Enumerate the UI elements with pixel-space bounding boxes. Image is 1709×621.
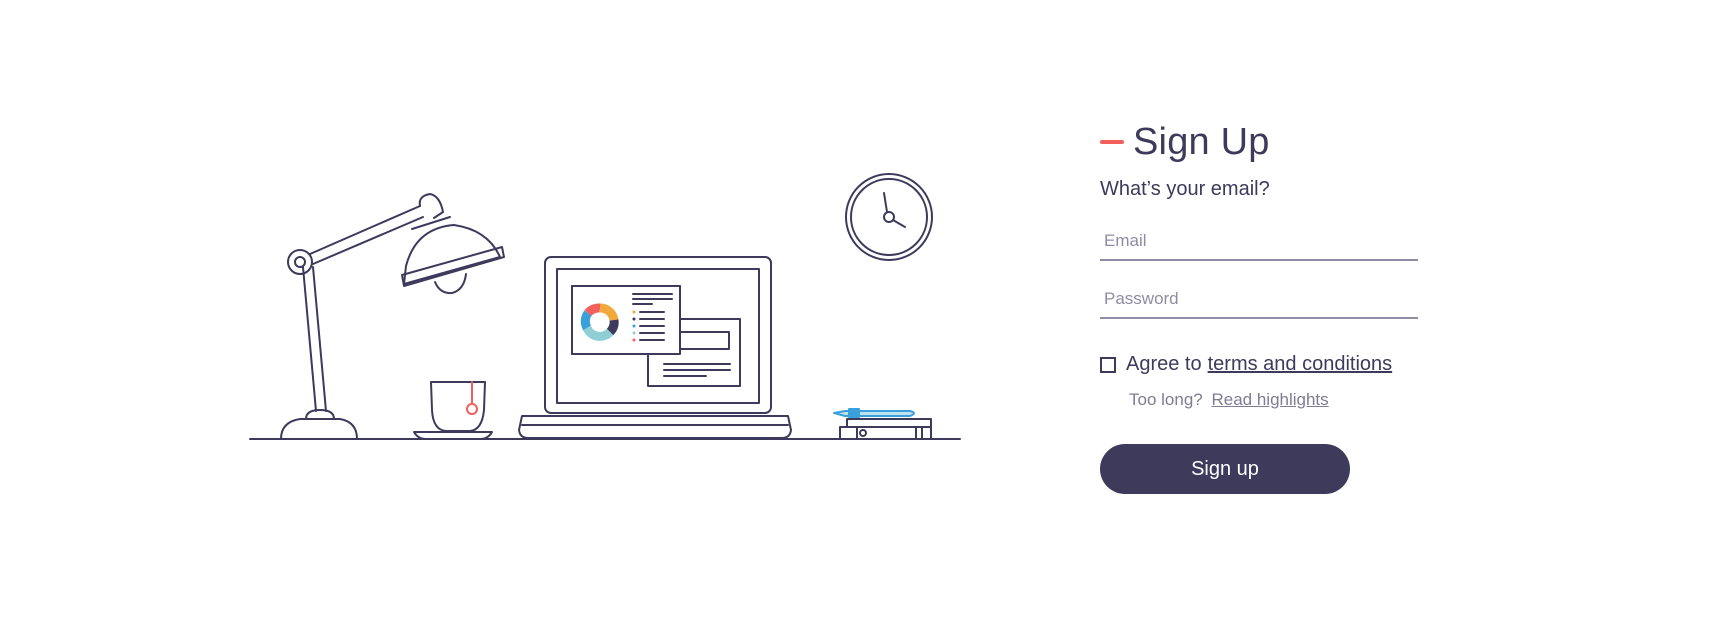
tea-cup-icon bbox=[413, 381, 493, 440]
accent-dash bbox=[1100, 140, 1124, 144]
signup-button[interactable]: Sign up bbox=[1100, 444, 1350, 494]
hint-text: Too long? bbox=[1129, 390, 1203, 409]
agree-row: Agree to terms and conditions bbox=[1100, 353, 1460, 376]
email-question: What’s your email? bbox=[1100, 178, 1270, 200]
password-field-wrapper bbox=[1100, 283, 1418, 319]
email-field[interactable] bbox=[1100, 225, 1418, 259]
lamp-icon bbox=[280, 193, 505, 440]
agree-label: Agree to bbox=[1126, 353, 1202, 375]
title-row: Sign Up bbox=[1100, 118, 1460, 166]
password-field[interactable] bbox=[1100, 283, 1418, 317]
agree-checkbox[interactable] bbox=[1100, 356, 1116, 373]
terms-link[interactable]: terms and conditions bbox=[1208, 353, 1393, 376]
desk-illustration bbox=[240, 160, 970, 450]
hint-row: Too long? Read highlights bbox=[1100, 390, 1460, 410]
laptop-icon bbox=[518, 256, 792, 439]
read-highlights-link[interactable]: Read highlights bbox=[1211, 390, 1328, 409]
page-title: Sign Up bbox=[1133, 120, 1270, 163]
wall-clock-icon bbox=[845, 173, 933, 261]
books-and-pen-icon bbox=[833, 408, 932, 440]
email-field-wrapper bbox=[1100, 225, 1418, 261]
signup-form: Sign Up What’s your email? Agree to term… bbox=[1100, 118, 1460, 494]
